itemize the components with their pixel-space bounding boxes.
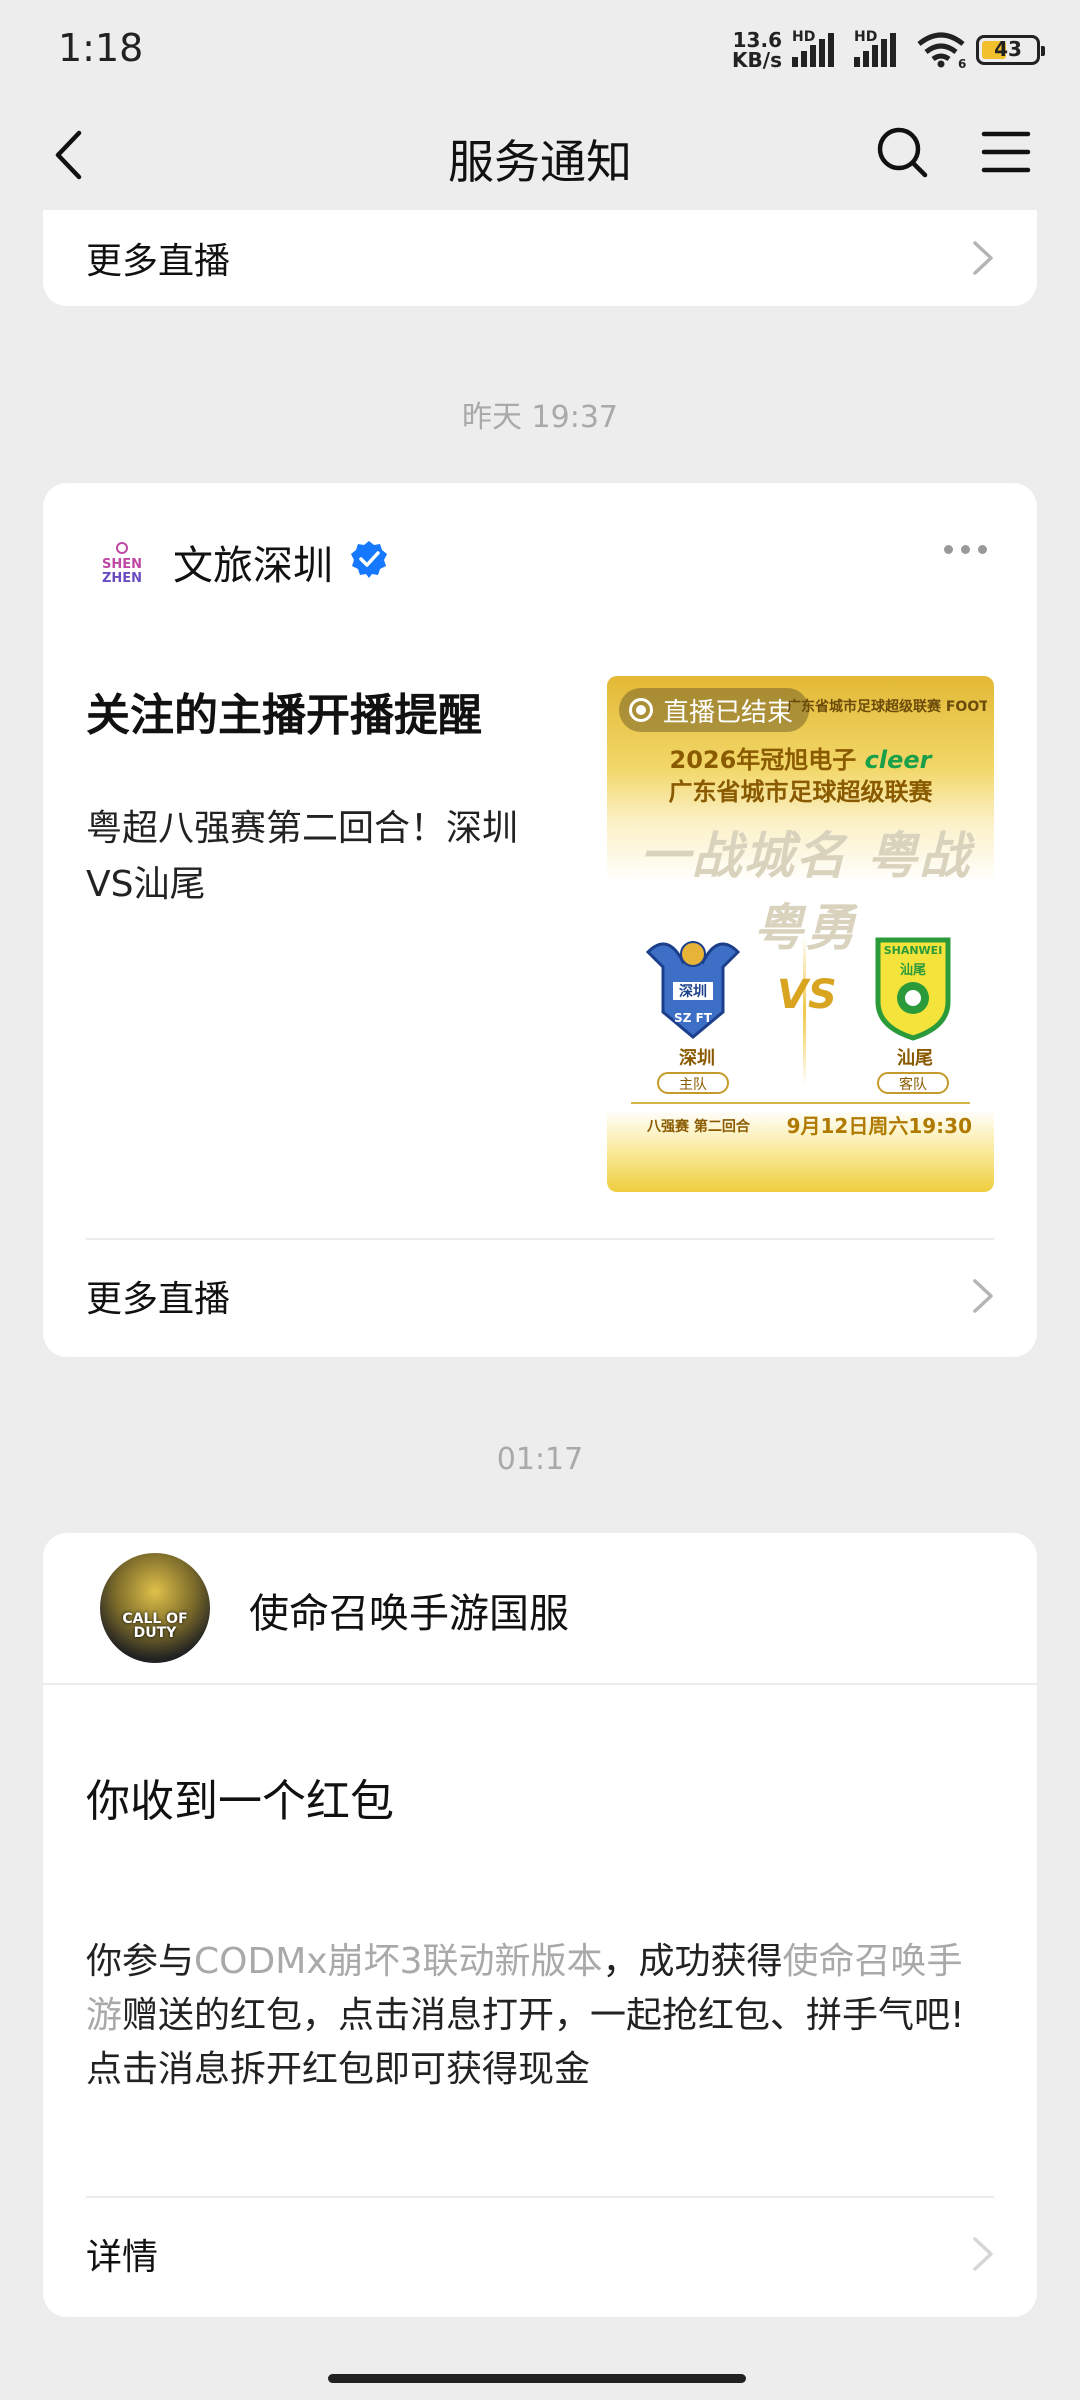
status-icons: 13.6 KB/s HD HD 6 43 (732, 28, 1045, 72)
menu-icon (981, 131, 1031, 173)
match-date: 9月12日周六19:30 (786, 1114, 972, 1138)
timestamp: 01:17 (496, 1442, 584, 1477)
svg-text:SZ FT: SZ FT (674, 1011, 713, 1025)
details-label: 详情 (86, 2237, 159, 2278)
chevron-right-icon (973, 1279, 993, 1313)
details-row[interactable]: 详情 (86, 2198, 994, 2310)
menu-button[interactable] (970, 116, 1042, 188)
notification-title: 你收到一个红包 (86, 1776, 394, 1827)
match-round: 八强赛 第二回合 (647, 1119, 750, 1135)
svg-text:汕尾: 汕尾 (900, 962, 926, 978)
account-name[interactable]: 文旅深圳 (173, 533, 333, 591)
svg-text:SHANWEI: SHANWEI (884, 944, 943, 957)
home-team-name: 深圳 (679, 1048, 715, 1069)
status-time: 1:18 (58, 26, 144, 70)
account-name[interactable]: 使命召唤手游国服 (249, 1581, 569, 1639)
signal-icon: HD (792, 29, 844, 67)
home-indicator[interactable] (328, 2374, 746, 2383)
svg-text:6: 6 (958, 57, 966, 68)
account-logo[interactable]: SHEN ZHEN (86, 527, 158, 599)
more-live-label: 更多直播 (86, 1279, 231, 1320)
network-speed: 13.6 KB/s (732, 28, 782, 72)
notification-body: 你参与CODMx崩坏3联动新版本，成功获得使命召唤手游赠送的红包，点击消息打开，… (86, 1941, 965, 2090)
event-link[interactable]: CODMx崩坏3联动新版本 (194, 1941, 602, 1982)
away-team-name: 汕尾 (897, 1048, 933, 1069)
red-packet-card[interactable]: CALL OF DUTY 使命召唤手游国服 你收到一个红包 你参与CODMx崩坏… (43, 1533, 1037, 2317)
more-options-button[interactable] (944, 545, 987, 554)
search-button[interactable] (866, 116, 938, 188)
search-icon (877, 127, 928, 178)
chevron-right-icon (973, 241, 993, 275)
home-team-tag: 主队 (657, 1072, 729, 1094)
notification-title: 关注的主播开播提醒 (86, 690, 482, 741)
divider (43, 1683, 1037, 1685)
live-reminder-card[interactable]: SHEN ZHEN 文旅深圳 关注的主播开播提醒 粤超八强赛第二回合！深圳VS汕… (43, 483, 1037, 1357)
notification-description: 粤超八强赛第二回合！深圳VS汕尾 (86, 808, 519, 905)
away-team-tag: 客队 (877, 1072, 949, 1094)
chevron-right-icon (973, 2237, 993, 2271)
shanwei-team-crest-icon: SHANWEI 汕尾 (875, 937, 951, 1041)
nav-header: 服务通知 (0, 100, 1080, 210)
account-avatar[interactable]: CALL OF DUTY (100, 1553, 210, 1663)
timestamp: 昨天 19:37 (462, 400, 618, 435)
svg-text:深圳: 深圳 (679, 983, 707, 1000)
live-status-badge: 直播已结束 (619, 688, 810, 732)
shenzhen-team-crest-icon: 深圳 SZ FT (645, 941, 741, 1039)
more-live-row[interactable]: 更多直播 (86, 1240, 994, 1352)
verified-badge-icon (351, 541, 387, 578)
live-dot-icon (629, 698, 653, 722)
shenzhen-logo-icon (116, 542, 128, 554)
battery-icon: 43 (976, 35, 1045, 65)
more-live-label: 更多直播 (86, 241, 231, 282)
live-poster-image[interactable]: 直播已结束 广东省城市足球超级联赛 FOOTBALL SUPER LEAGUE … (607, 676, 994, 1192)
notification-card-partial: 更多直播 (43, 210, 1037, 306)
signal-icon-2: HD (854, 29, 906, 67)
more-live-row[interactable]: 更多直播 (86, 210, 994, 306)
status-bar: 1:18 13.6 KB/s HD HD 6 43 (0, 0, 1080, 100)
wifi-icon: 6 (917, 32, 966, 68)
versus-label: VS (777, 972, 837, 1018)
